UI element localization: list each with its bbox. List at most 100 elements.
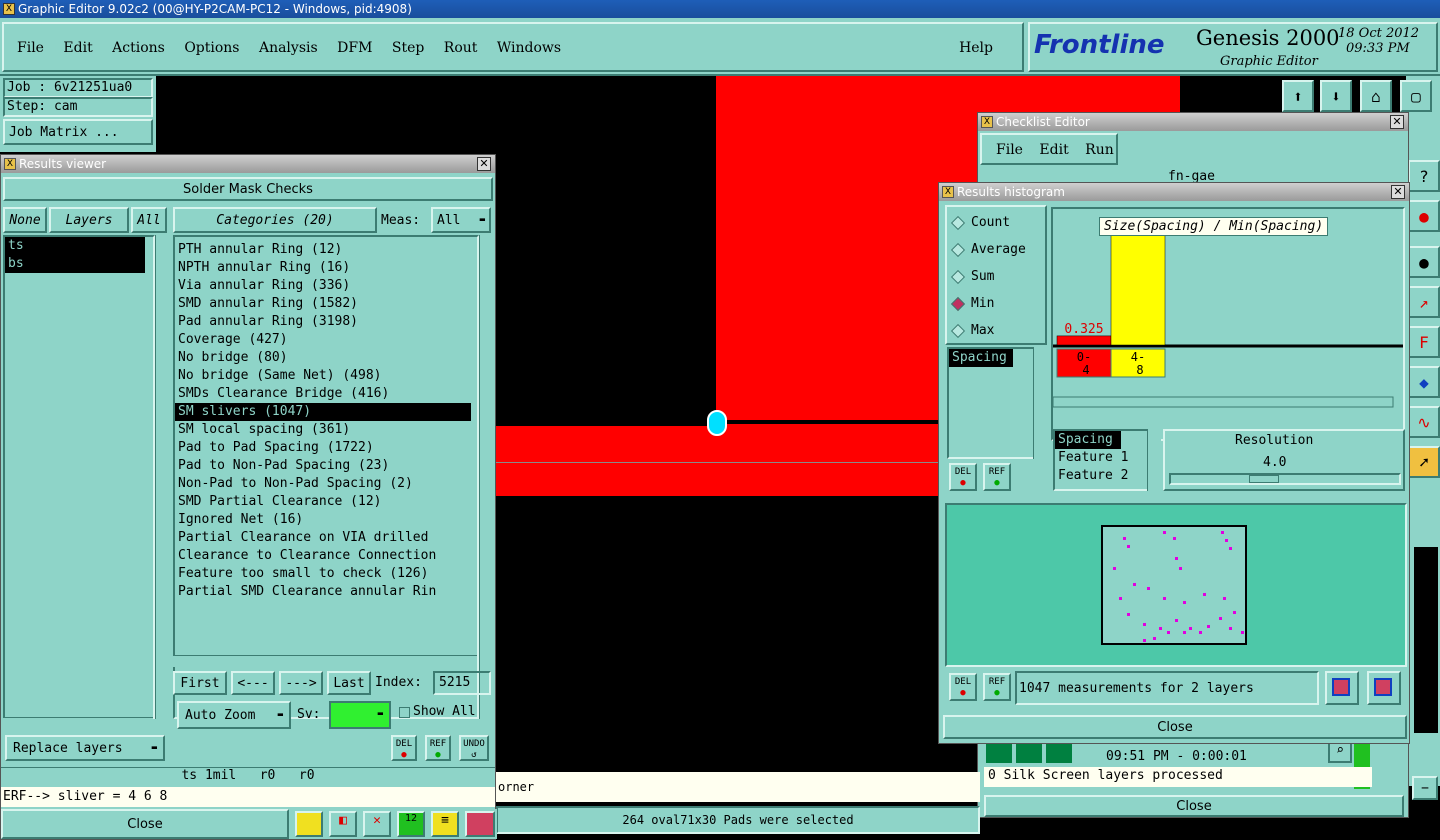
category-item[interactable]: Coverage (427): [175, 331, 477, 349]
mode-min[interactable]: Min: [947, 290, 1045, 317]
viewer-del-button[interactable]: DEL ●: [391, 735, 417, 761]
category-item[interactable]: Partial SMD Clearance annular Rin: [175, 583, 477, 601]
category-item[interactable]: Pad to Non-Pad Spacing (23): [175, 457, 477, 475]
help-icon[interactable]: ?: [1408, 160, 1440, 192]
checklist-menu-file[interactable]: File: [996, 142, 1023, 158]
chart-icon[interactable]: [465, 811, 495, 837]
home-icon[interactable]: ⌂: [1360, 80, 1392, 112]
checklist-icon-2[interactable]: [1016, 741, 1042, 763]
category-item[interactable]: No bridge (80): [175, 349, 477, 367]
last-button[interactable]: Last: [327, 671, 371, 695]
histogram-close-button[interactable]: Close: [943, 715, 1407, 739]
auto-zoom-dropdown[interactable]: Auto Zoom ▬: [177, 701, 291, 729]
menu-edit[interactable]: Edit: [63, 40, 92, 56]
results-viewer-close-icon[interactable]: ✕: [477, 157, 491, 171]
layers-hscrollbar[interactable]: [3, 717, 153, 729]
measure-list[interactable]: Spacing: [947, 347, 1037, 459]
viewer-close-button[interactable]: Close: [1, 809, 289, 839]
zoom-select-icon[interactable]: [1367, 671, 1401, 705]
meas-dropdown[interactable]: All ▬: [431, 207, 491, 233]
category-item[interactable]: Partial Clearance on VIA drilled: [175, 529, 477, 547]
arrow-icon[interactable]: ↗: [1408, 286, 1440, 318]
layer-item-ts[interactable]: ts: [5, 237, 145, 255]
category-item[interactable]: SMDs Clearance Bridge (416): [175, 385, 477, 403]
menu-options[interactable]: Options: [184, 40, 239, 56]
toolbar-icon-4[interactable]: ▢: [1400, 80, 1432, 112]
category-item[interactable]: PTH annular Ring (12): [175, 241, 477, 259]
checklist-icon-3[interactable]: [1046, 741, 1072, 763]
category-item[interactable]: SM slivers (1047): [175, 403, 471, 421]
field-spacing[interactable]: Spacing: [1055, 431, 1121, 449]
categories-hscrollbar[interactable]: [173, 655, 477, 667]
viewer-ref-button[interactable]: REF ●: [425, 735, 451, 761]
sv-color-dropdown[interactable]: ▬: [329, 701, 391, 729]
menu-dfm[interactable]: DFM: [337, 40, 372, 56]
field-feature2[interactable]: Feature 2: [1055, 467, 1147, 485]
toolbar-icon-1[interactable]: ⬆: [1282, 80, 1314, 112]
shapes-icon[interactable]: ◆: [1408, 366, 1440, 398]
resolution-slider[interactable]: [1169, 473, 1401, 485]
zoom-fit-icon[interactable]: [1325, 671, 1359, 705]
category-item[interactable]: SMD annular Ring (1582): [175, 295, 477, 313]
show-all-checkbox[interactable]: [399, 707, 410, 718]
category-item[interactable]: Non-Pad to Non-Pad Spacing (2): [175, 475, 477, 493]
mode-average[interactable]: Average: [947, 236, 1045, 263]
mark-icon[interactable]: ◧: [329, 811, 357, 837]
checklist-close-button[interactable]: Close: [984, 795, 1404, 817]
menu-file[interactable]: File: [17, 40, 44, 56]
categories-list[interactable]: PTH annular Ring (12) NPTH annular Ring (…: [173, 235, 479, 719]
category-item[interactable]: SMD Partial Clearance (12): [175, 493, 477, 511]
checklist-icon-1[interactable]: [986, 741, 1012, 763]
layers-all-button[interactable]: All: [131, 207, 167, 233]
layers-button[interactable]: Layers: [49, 207, 129, 233]
zoom-icon[interactable]: ⌕: [1328, 741, 1352, 763]
mode-count[interactable]: Count: [947, 209, 1045, 236]
menu-analysis[interactable]: Analysis: [259, 40, 318, 56]
mode-max[interactable]: Max: [947, 317, 1045, 344]
field-feature1[interactable]: Feature 1: [1055, 449, 1147, 467]
category-item[interactable]: Pad to Pad Spacing (1722): [175, 439, 477, 457]
menu-help[interactable]: Help: [959, 40, 993, 56]
category-item[interactable]: No bridge (Same Net) (498): [175, 367, 477, 385]
menu-windows[interactable]: Windows: [497, 40, 561, 56]
categories-scrollbar[interactable]: [479, 235, 493, 719]
preview-ref-button[interactable]: REF ●: [983, 673, 1011, 701]
traffic-icon[interactable]: ●: [1408, 200, 1440, 232]
hist-del-button[interactable]: DEL ●: [949, 463, 977, 491]
category-item[interactable]: Clearance to Clearance Connection: [175, 547, 477, 565]
measure-list-scrollbar[interactable]: [1033, 347, 1047, 459]
category-item[interactable]: Pad annular Ring (3198): [175, 313, 477, 331]
report-icon[interactable]: ≡: [431, 811, 459, 837]
next-button[interactable]: --->: [279, 671, 323, 695]
replace-layers-dropdown[interactable]: Replace layers ▬: [5, 735, 165, 761]
histogram-bar[interactable]: [1056, 335, 1112, 346]
viewer-undo-button[interactable]: UNDO ↺: [459, 735, 489, 761]
numbers-icon[interactable]: 12: [397, 811, 425, 837]
histogram-close-icon[interactable]: ✕: [1391, 185, 1405, 199]
category-item[interactable]: Ignored Net (16): [175, 511, 477, 529]
category-item[interactable]: NPTH annular Ring (16): [175, 259, 477, 277]
menu-actions[interactable]: Actions: [112, 40, 165, 56]
dot-icon[interactable]: ●: [1408, 246, 1440, 278]
cursor-icon[interactable]: ➚: [1408, 446, 1440, 478]
checklist-close-icon[interactable]: ✕: [1390, 115, 1404, 129]
index-field[interactable]: 5215: [433, 671, 491, 695]
menu-step[interactable]: Step: [392, 40, 424, 56]
menu-rout[interactable]: Rout: [444, 40, 478, 56]
categories-button[interactable]: Categories (20): [173, 207, 377, 233]
hist-ref-button[interactable]: REF ●: [983, 463, 1011, 491]
job-matrix-button[interactable]: Job Matrix ...: [3, 119, 153, 145]
layers-none-button[interactable]: None: [3, 207, 47, 233]
curve-icon[interactable]: ∿: [1408, 406, 1440, 438]
chart-hscrollbar[interactable]: [1053, 396, 1394, 408]
first-button[interactable]: First: [173, 671, 227, 695]
preview-del-button[interactable]: DEL ●: [949, 673, 977, 701]
prev-button[interactable]: <---: [231, 671, 275, 695]
flag-icon[interactable]: F: [1408, 326, 1440, 358]
category-item[interactable]: SM local spacing (361): [175, 421, 477, 439]
selected-oval-pad[interactable]: [707, 410, 727, 436]
layer-item-bs[interactable]: bs: [5, 255, 145, 273]
checklist-menu-edit[interactable]: Edit: [1039, 142, 1068, 158]
measure-item[interactable]: Spacing: [949, 349, 1013, 367]
erf-icon[interactable]: ✕: [363, 811, 391, 837]
